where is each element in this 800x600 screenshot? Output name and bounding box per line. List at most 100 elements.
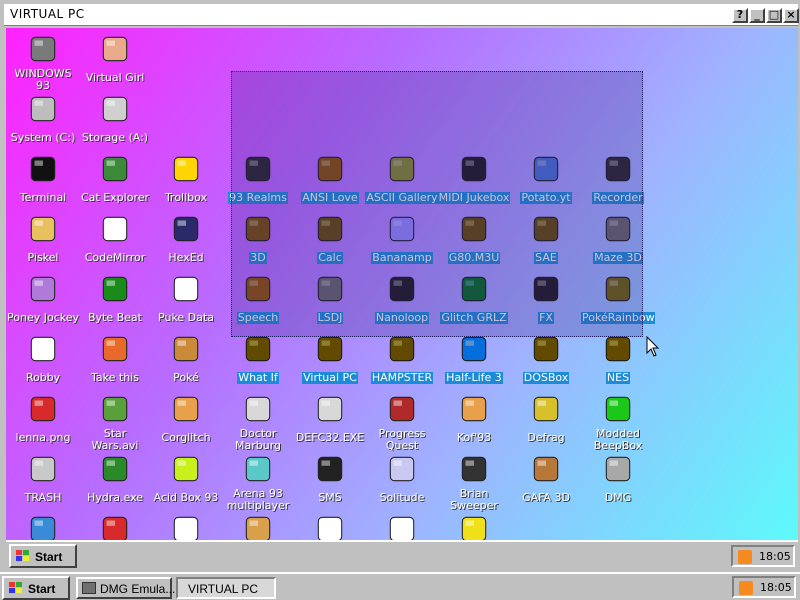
window-title: VIRTUAL PC (10, 7, 85, 21)
desktop-icon[interactable]: Poney Jockey (6, 272, 80, 334)
desktop-icon[interactable]: NES (581, 332, 655, 394)
desktop-icon[interactable]: Solitude (365, 452, 439, 514)
desktop-icon[interactable] (221, 512, 295, 540)
desktop-icon-label: DMG (604, 491, 632, 504)
desktop-icon[interactable]: Modded BeepBox (581, 392, 655, 454)
desktop-icon-label: Solitude (379, 491, 425, 504)
desktop-icon[interactable] (149, 512, 223, 540)
desktop-icon[interactable]: Progress Quest (365, 392, 439, 454)
desktop-icon[interactable]: System (C:) (6, 92, 80, 154)
cartridge-icon (605, 456, 631, 482)
desktop-icon[interactable]: CodeMirror (78, 212, 152, 274)
desktop-icon-label: Kof'93 (456, 431, 492, 444)
title-bar[interactable]: VIRTUAL PC ? _ □ × (4, 4, 799, 26)
inner-start-button[interactable]: Start (9, 544, 77, 568)
clock: 18:05 (760, 581, 792, 594)
desktop-icon[interactable]: Acid Box 93 (149, 452, 223, 514)
desktop[interactable]: WINDOWS 93 Virtual Girl System (C:) Storage… (6, 28, 798, 540)
trash-icon (30, 456, 56, 482)
host-taskbar: Start DMG Emula... VIRTUAL PC 18:05 (0, 572, 800, 600)
desktop-icon[interactable] (365, 512, 439, 540)
desktop-icon[interactable]: WINDOWS 93 (6, 32, 80, 94)
desktop-icon[interactable] (78, 512, 152, 540)
desktop-icon[interactable] (6, 512, 80, 540)
rss-icon[interactable] (738, 550, 752, 564)
desktop-icon[interactable]: What If (221, 332, 295, 394)
book-icon (173, 516, 199, 540)
doctor-icon (245, 396, 271, 422)
desktop-icon[interactable]: Puke Data (149, 272, 223, 334)
start-label: Start (35, 550, 63, 564)
desktop-icon-label: Terminal (19, 191, 67, 204)
desktop-icon[interactable]: Virtual Girl (78, 32, 152, 94)
virtual-pc-window: VIRTUAL PC ? _ □ × WINDOWS 93 Virtual Gir… (0, 0, 800, 572)
desktop-icon[interactable]: Robby (6, 332, 80, 394)
desktop-icon[interactable]: TRASH (6, 452, 80, 514)
defrag-icon (533, 396, 559, 422)
windows-logo-icon (16, 550, 29, 561)
desktop-icon[interactable]: lenna.png (6, 392, 80, 454)
sms-console-icon (317, 456, 343, 482)
desktop-icon[interactable] (437, 512, 511, 540)
task-button-dmg-emulator[interactable]: DMG Emula... (76, 577, 176, 599)
maximize-button[interactable]: □ (766, 8, 782, 23)
desktop-icon[interactable]: Cat Explorer (78, 152, 152, 214)
desktop-icon-label: Progress Quest (378, 427, 426, 452)
desktop-icon-label: Poké (173, 371, 199, 384)
desktop-icon[interactable]: GAFA 3D (509, 452, 583, 514)
desktop-icon[interactable]: Storage (A:) (78, 92, 152, 154)
desktop-icon-label: Virtual Girl (85, 71, 145, 84)
desktop-icon[interactable]: Corglitch (149, 392, 223, 454)
desktop-icon[interactable]: SMS (293, 452, 367, 514)
desktop-icon[interactable]: DOSBox (509, 332, 583, 394)
desktop-icon[interactable]: Half-Life 3 (437, 332, 511, 394)
desktop-icon[interactable]: Arena 93 multiplayer (221, 452, 295, 514)
stickman-icon (30, 336, 56, 362)
desktop-icon[interactable]: Defrag (509, 392, 583, 454)
minimize-button[interactable]: _ (749, 8, 765, 23)
desktop-icon[interactable]: HAMPSTER (365, 332, 439, 394)
desktop-icon-label: DEFC32.EXE (295, 431, 365, 444)
desktop-icon[interactable]: Terminal (6, 152, 80, 214)
help-button[interactable]: ? (732, 8, 748, 23)
windows-logo-icon (9, 582, 22, 593)
desktop-icon[interactable]: Brian Sweeper (437, 452, 511, 514)
image-file-icon (30, 396, 56, 422)
desktop-icon[interactable]: Byte Beat (78, 272, 152, 334)
desktop-icon-label: Modded BeepBox (593, 427, 643, 452)
task-button-virtual-pc[interactable]: VIRTUAL PC (176, 577, 276, 599)
close-button[interactable]: × (783, 8, 799, 23)
desktop-icon[interactable]: DEFC32.EXE (293, 392, 367, 454)
desktop-icon[interactable]: HexEd (149, 212, 223, 274)
desktop-icon[interactable]: Virtual PC (293, 332, 367, 394)
desktop-icon[interactable]: Doctor Marburg (221, 392, 295, 454)
desktop-icon[interactable]: Poké (149, 332, 223, 394)
rss-icon[interactable] (739, 581, 753, 595)
desktop-icon-label: Star Wars.avi (91, 427, 139, 452)
desktop-icon[interactable]: Take this (78, 332, 152, 394)
start-button[interactable]: Start (2, 576, 70, 600)
dosbox-icon (533, 336, 559, 362)
desktop-icon-label: Corglitch (161, 431, 211, 444)
desktop-icon-label: WINDOWS 93 (14, 67, 72, 92)
desktop-icon-label: What If (237, 371, 279, 384)
desktop-icon[interactable]: Star Wars.avi (78, 392, 152, 454)
desktop-icon[interactable]: DMG (581, 452, 655, 514)
desktop-icon-label: Byte Beat (87, 311, 142, 324)
desktop-icon[interactable]: Trollbox (149, 152, 223, 214)
task-label: VIRTUAL PC (188, 582, 259, 596)
start-label: Start (28, 582, 56, 596)
yoda-icon (102, 396, 128, 422)
smiley-chat-icon (173, 156, 199, 182)
desktop-icon[interactable] (293, 512, 367, 540)
desktop-icon-label: CodeMirror (84, 251, 146, 264)
image-file-icon (102, 516, 128, 540)
desktop-icon-label: GAFA 3D (522, 491, 570, 504)
desktop-icon-label: SMS (318, 491, 342, 504)
desktop-icon[interactable]: Kof'93 (437, 392, 511, 454)
desktop-icon[interactable]: Hydra.exe (78, 452, 152, 514)
virtual-pc-taskbar: Start 18:05 (6, 540, 798, 570)
desktop-icon[interactable]: Piskel (6, 212, 80, 274)
task-label: DMG Emula... (100, 582, 176, 596)
desktop-icon-label: HexEd (168, 251, 204, 264)
